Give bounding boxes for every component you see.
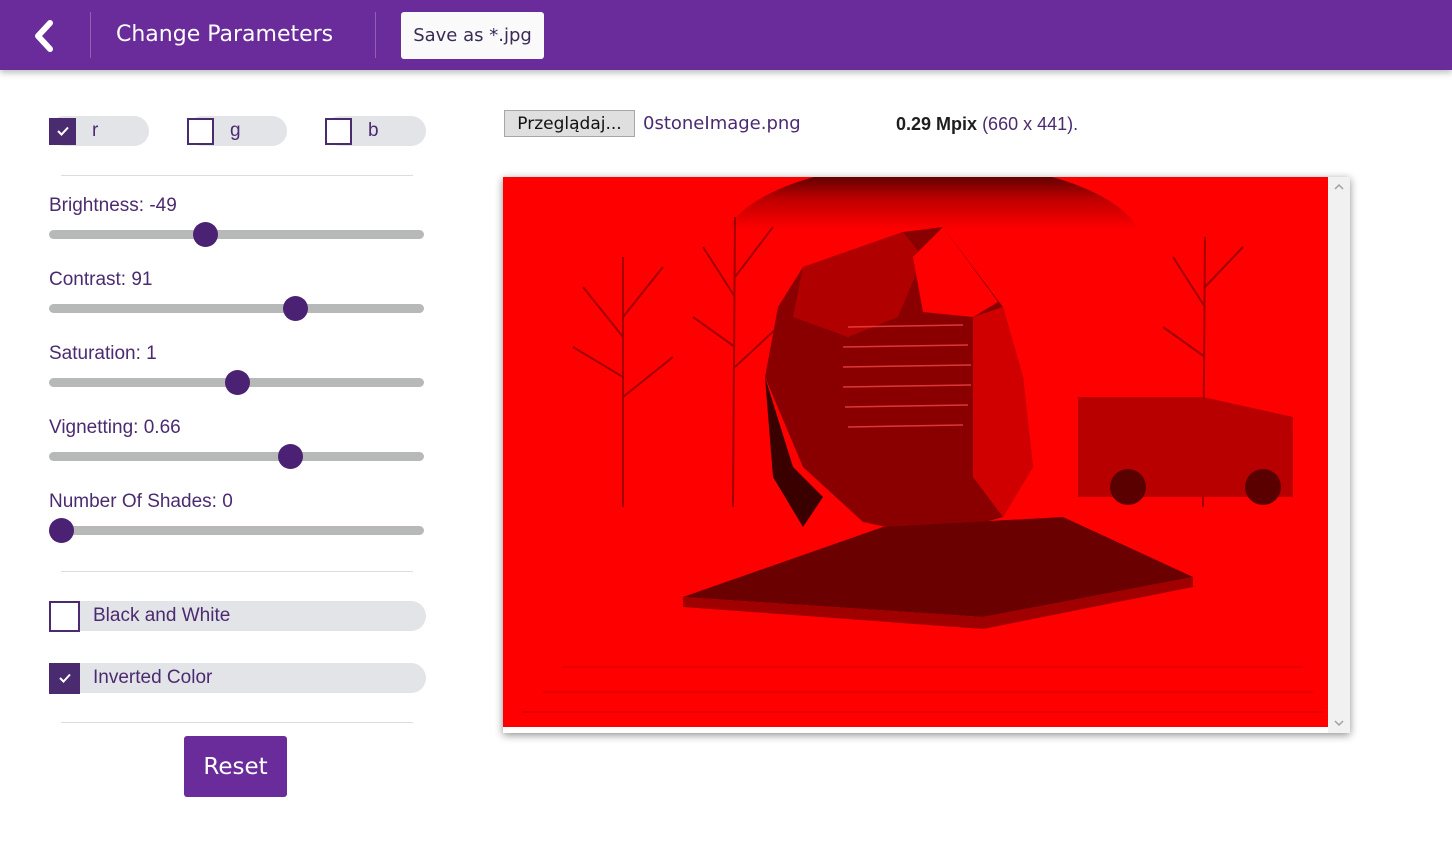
chevron-left-icon	[35, 20, 53, 52]
shades-slider-thumb[interactable]	[49, 518, 74, 543]
image-info: 0.29 Mpix (660 x 441).	[896, 114, 1078, 135]
black-white-toggle[interactable]: Black and White	[49, 600, 426, 632]
shades-label: Number Of Shades: 0	[49, 491, 233, 512]
inverted-color-toggle[interactable]: Inverted Color	[49, 662, 426, 694]
page-title: Change Parameters	[116, 22, 334, 47]
chevron-down-icon[interactable]	[1333, 717, 1345, 729]
section-divider	[61, 571, 413, 572]
brightness-slider-thumb[interactable]	[192, 222, 218, 247]
saturation-slider-thumb[interactable]	[224, 370, 250, 395]
inverted-color-label: Inverted Color	[93, 667, 213, 688]
back-button[interactable]	[30, 18, 62, 54]
reset-button[interactable]: Reset	[184, 736, 287, 797]
saturation-label: Saturation: 1	[49, 343, 157, 364]
processed-image	[503, 177, 1328, 727]
vignetting-slider-thumb[interactable]	[277, 444, 303, 469]
channel-r-checkbox[interactable]	[49, 117, 76, 145]
vignetting-label: Vignetting: 0.66	[49, 417, 181, 438]
checkmark-icon	[56, 126, 69, 136]
vignetting-slider[interactable]	[49, 444, 424, 469]
channel-g-checkbox[interactable]	[187, 117, 214, 145]
saturation-slider[interactable]	[49, 370, 424, 395]
black-white-checkbox[interactable]	[49, 600, 80, 632]
checkmark-icon	[58, 673, 71, 683]
save-jpg-button[interactable]: Save as *.jpg	[401, 12, 544, 59]
brightness-slider[interactable]	[49, 222, 424, 247]
channel-r-label: r	[92, 120, 99, 141]
contrast-slider-thumb[interactable]	[283, 296, 309, 321]
channel-b-toggle[interactable]: b	[325, 116, 426, 146]
image-mpix: 0.29 Mpix	[896, 114, 978, 134]
channel-b-checkbox[interactable]	[325, 117, 352, 145]
channel-g-toggle[interactable]: g	[187, 116, 287, 146]
channel-r-toggle[interactable]: r	[49, 116, 149, 146]
contrast-slider[interactable]	[49, 296, 424, 321]
file-name: 0stoneImage.png	[643, 113, 801, 134]
image-dimensions: (660 x 441).	[982, 114, 1079, 134]
channel-g-label: g	[230, 120, 241, 141]
browse-file-button[interactable]: Przeglądaj...	[504, 110, 635, 137]
channel-b-label: b	[368, 120, 379, 141]
image-preview-panel	[503, 177, 1350, 733]
black-white-label: Black and White	[93, 605, 231, 626]
vertical-scrollbar[interactable]	[1328, 177, 1350, 733]
header-divider	[90, 12, 91, 58]
section-divider	[61, 722, 413, 723]
app-header: Change Parameters Save as *.jpg	[0, 0, 1452, 70]
contrast-label: Contrast: 91	[49, 269, 153, 290]
chevron-up-icon[interactable]	[1333, 181, 1345, 193]
section-divider	[61, 175, 413, 176]
image-canvas[interactable]	[503, 177, 1328, 727]
shades-slider[interactable]	[49, 518, 424, 543]
inverted-color-checkbox[interactable]	[49, 662, 80, 694]
brightness-label: Brightness: -49	[49, 195, 177, 216]
header-divider	[375, 12, 376, 58]
